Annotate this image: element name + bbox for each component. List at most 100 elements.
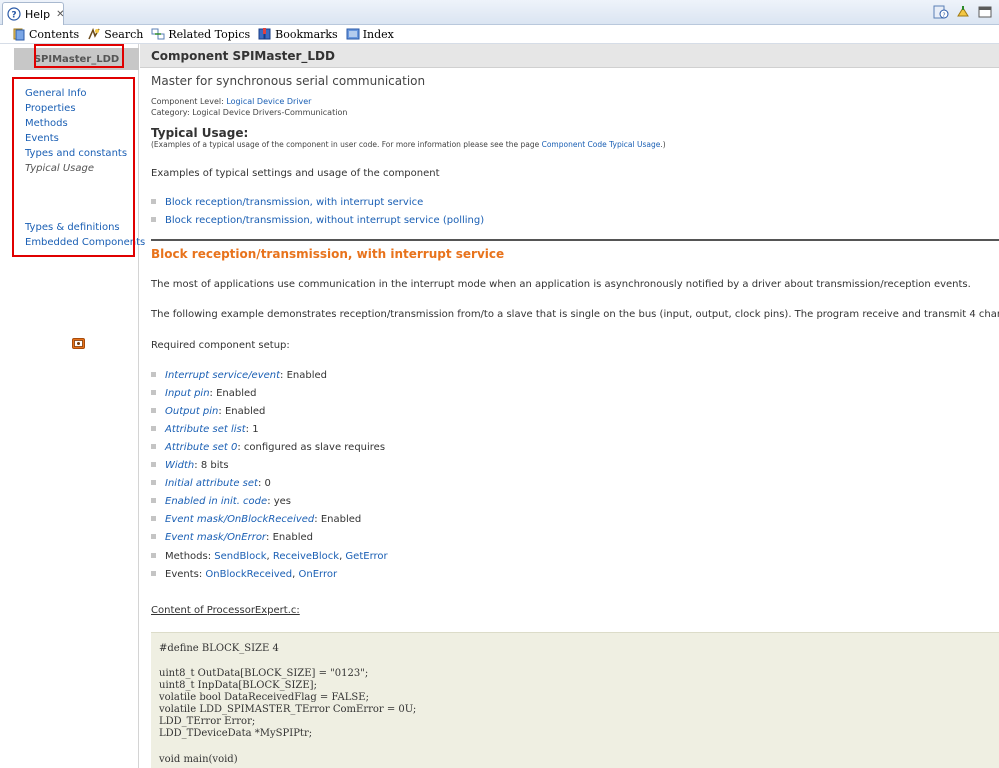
component-level-line: Component Level: Logical Device Driver xyxy=(151,97,312,106)
code-line: uint8_t InpData[BLOCK_SIZE]; xyxy=(159,680,317,691)
example-link-polling[interactable]: Block reception/transmission, without in… xyxy=(165,215,484,226)
highlight-box-nav-links xyxy=(12,77,135,257)
bullet-marker xyxy=(151,534,156,539)
setup-item: Width: 8 bits xyxy=(165,460,229,471)
code-line: volatile bool DataReceivedFlag = FALSE; xyxy=(159,692,369,703)
bullet-marker xyxy=(151,516,156,521)
setup-item-property-link[interactable]: Attribute set 0 xyxy=(165,442,237,453)
related-topics-icon xyxy=(151,27,165,41)
help-tab[interactable]: ? Help ✕ xyxy=(2,2,64,25)
bullet-marker xyxy=(151,444,156,449)
setup-item-property-link[interactable]: Width xyxy=(165,460,194,471)
setup-item-property-link[interactable]: Output pin xyxy=(165,406,218,417)
bookmarks-icon xyxy=(258,27,272,41)
bullet-marker xyxy=(151,553,156,558)
event-link-onerror[interactable]: OnError xyxy=(299,569,338,580)
bullet-marker xyxy=(151,480,156,485)
content-of-label: Content of ProcessorExpert.c: xyxy=(151,605,300,616)
feedback-icon[interactable] xyxy=(72,338,85,349)
setup-item-property-link[interactable]: Event mask/OnError xyxy=(165,532,266,543)
code-line: LDD_TError Error; xyxy=(159,716,256,727)
setup-item-property-link[interactable]: Enabled in init. code xyxy=(165,496,267,507)
setup-item: Interrupt service/event: Enabled xyxy=(165,370,327,381)
typical-usage-heading: Typical Usage: xyxy=(151,126,249,140)
setup-item: Output pin: Enabled xyxy=(165,406,265,417)
code-line: #define BLOCK_SIZE 4 xyxy=(159,643,279,654)
event-link-onblockreceived[interactable]: OnBlockReceived xyxy=(205,569,292,580)
setup-item: Event mask/OnBlockReceived: Enabled xyxy=(165,514,361,525)
contents-book-icon xyxy=(12,27,26,41)
category-value: Logical Device Drivers-Communication xyxy=(192,108,348,117)
search-button[interactable]: Search xyxy=(87,27,143,41)
setup-item-value: : yes xyxy=(267,496,292,507)
help-content: Component SPIMaster_LDD Master for synch… xyxy=(140,44,999,768)
section-divider xyxy=(151,239,999,241)
paragraph-2: The following example demonstrates recep… xyxy=(151,309,999,320)
setup-label: Required component setup: xyxy=(151,340,290,351)
setup-item-value: : 8 bits xyxy=(194,460,229,471)
method-link-receiveblock[interactable]: ReceiveBlock xyxy=(273,551,339,562)
page-title-bar: Component SPIMaster_LDD xyxy=(140,44,999,68)
link-with-contents-icon[interactable] xyxy=(955,4,971,20)
related-topics-button[interactable]: Related Topics xyxy=(151,27,250,41)
bullet-marker xyxy=(151,199,156,204)
contents-button[interactable]: Contents xyxy=(12,27,79,41)
category-line: Category: Logical Device Drivers-Communi… xyxy=(151,108,348,117)
code-block: #define BLOCK_SIZE 4 uint8_t OutData[BLO… xyxy=(151,632,999,768)
close-icon[interactable]: ✕ xyxy=(56,9,64,20)
view-actions: ? xyxy=(933,4,993,20)
code-line: LDD_TDeviceData *MySPIPtr; xyxy=(159,728,313,739)
setup-item: Attribute set list: 1 xyxy=(165,424,259,435)
show-in-contents-icon[interactable]: ? xyxy=(933,4,949,20)
code-line: volatile LDD_SPIMASTER_TError ComError =… xyxy=(159,704,417,715)
page-title: Component SPIMaster_LDD xyxy=(151,48,335,63)
setup-item: Input pin: Enabled xyxy=(165,388,257,399)
typical-usage-note: (Examples of a typical usage of the comp… xyxy=(151,140,666,149)
setup-item: Enabled in init. code: yes xyxy=(165,496,291,507)
code-line: void main(void) xyxy=(159,754,238,765)
method-link-sendblock[interactable]: SendBlock xyxy=(214,551,266,562)
search-icon xyxy=(87,27,101,41)
setup-item-property-link[interactable]: Event mask/OnBlockReceived xyxy=(165,514,314,525)
setup-item-value: : Enabled xyxy=(209,388,257,399)
setup-item: Initial attribute set: 0 xyxy=(165,478,271,489)
setup-item-value: : Enabled xyxy=(314,514,362,525)
setup-item-value: : 0 xyxy=(257,478,271,489)
contents-label: Contents xyxy=(29,27,80,41)
example-link-interrupt[interactable]: Block reception/transmission, with inter… xyxy=(165,197,423,208)
bookmarks-label: Bookmarks xyxy=(275,27,338,41)
svg-text:?: ? xyxy=(942,12,945,19)
bookmarks-button[interactable]: Bookmarks xyxy=(258,27,338,41)
setup-item-property-link[interactable]: Attribute set list xyxy=(165,424,246,435)
index-icon xyxy=(346,27,360,41)
bullet-marker xyxy=(151,426,156,431)
index-button[interactable]: Index xyxy=(346,27,394,41)
help-tab-label: Help xyxy=(25,7,51,21)
bullet-marker xyxy=(151,390,156,395)
bullet-marker xyxy=(151,498,156,503)
paragraph-1: The most of applications use communicati… xyxy=(151,279,971,290)
setup-item-value: : 1 xyxy=(245,424,259,435)
component-subtitle: Master for synchronous serial communicat… xyxy=(151,74,426,88)
setup-item-value: : Enabled xyxy=(266,532,314,543)
svg-text:?: ? xyxy=(11,11,16,21)
related-topics-label: Related Topics xyxy=(168,27,251,41)
examples-intro: Examples of typical settings and usage o… xyxy=(151,168,440,179)
maximize-icon[interactable] xyxy=(977,4,993,20)
setup-item: Attribute set 0: configured as slave req… xyxy=(165,442,385,453)
bullet-marker xyxy=(151,571,156,576)
method-link-geterror[interactable]: GetError xyxy=(345,551,387,562)
setup-item-property-link[interactable]: Interrupt service/event xyxy=(165,370,280,381)
index-label: Index xyxy=(362,27,394,41)
bullet-marker xyxy=(151,217,156,222)
setup-item: Event mask/OnError: Enabled xyxy=(165,532,313,543)
help-toolbar: Contents Search Related Topics Bookmarks… xyxy=(0,25,999,44)
setup-item-property-link[interactable]: Initial attribute set xyxy=(165,478,258,489)
view-tab-strip: ? Help ✕ ? xyxy=(0,0,999,25)
component-level-link[interactable]: Logical Device Driver xyxy=(226,97,311,106)
setup-item-property-link[interactable]: Input pin xyxy=(165,388,210,399)
code-line: uint8_t OutData[BLOCK_SIZE] = "0123"; xyxy=(159,668,369,679)
bullet-marker xyxy=(151,372,156,377)
component-code-typical-usage-link[interactable]: Component Code Typical Usage xyxy=(542,140,661,149)
bullet-marker xyxy=(151,408,156,413)
